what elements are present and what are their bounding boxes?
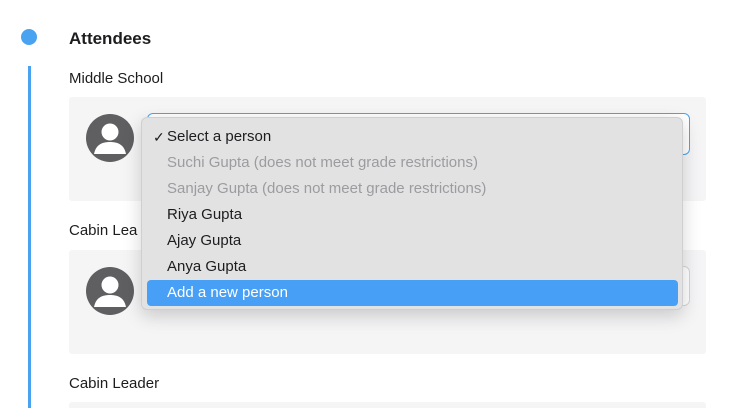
avatar-icon bbox=[86, 114, 134, 162]
menu-item-riya-gupta[interactable]: Riya Gupta bbox=[147, 202, 678, 228]
group-label-cabin-leader-2: Cabin Leader bbox=[69, 375, 160, 392]
menu-item-label: Riya Gupta bbox=[167, 206, 243, 223]
menu-item-label: Suchi Gupta (does not meet grade restric… bbox=[167, 154, 478, 171]
menu-item-select-a-person[interactable]: ✓ Select a person bbox=[147, 124, 678, 150]
menu-item-label: Anya Gupta bbox=[167, 258, 247, 275]
attendee-card-cabin-leader-2 bbox=[69, 402, 706, 408]
step-progress-line bbox=[28, 66, 31, 408]
menu-item-suchi-gupta: Suchi Gupta (does not meet grade restric… bbox=[147, 150, 678, 176]
menu-item-sanjay-gupta: Sanjay Gupta (does not meet grade restri… bbox=[147, 176, 678, 202]
menu-item-ajay-gupta[interactable]: Ajay Gupta bbox=[147, 228, 678, 254]
menu-item-label: Ajay Gupta bbox=[167, 232, 242, 249]
avatar-icon bbox=[86, 267, 134, 315]
section-title: Attendees bbox=[69, 29, 152, 48]
menu-item-label: Sanjay Gupta (does not meet grade restri… bbox=[167, 180, 487, 197]
group-label-cabin-leader: Cabin Lea bbox=[69, 222, 138, 239]
menu-item-add-new-person[interactable]: Add a new person bbox=[147, 280, 678, 306]
group-label-middle-school: Middle School bbox=[69, 70, 164, 87]
menu-item-anya-gupta[interactable]: Anya Gupta bbox=[147, 254, 678, 280]
menu-item-label: Add a new person bbox=[167, 284, 288, 301]
person-dropdown-menu: ✓ Select a person Suchi Gupta (does not … bbox=[141, 117, 683, 310]
menu-item-label: Select a person bbox=[167, 128, 272, 145]
attendee-form: Attendees Middle School Cabin Lea Cabin … bbox=[0, 0, 750, 408]
checkmark-icon: ✓ bbox=[153, 129, 165, 145]
step-indicator-dot bbox=[21, 29, 37, 45]
